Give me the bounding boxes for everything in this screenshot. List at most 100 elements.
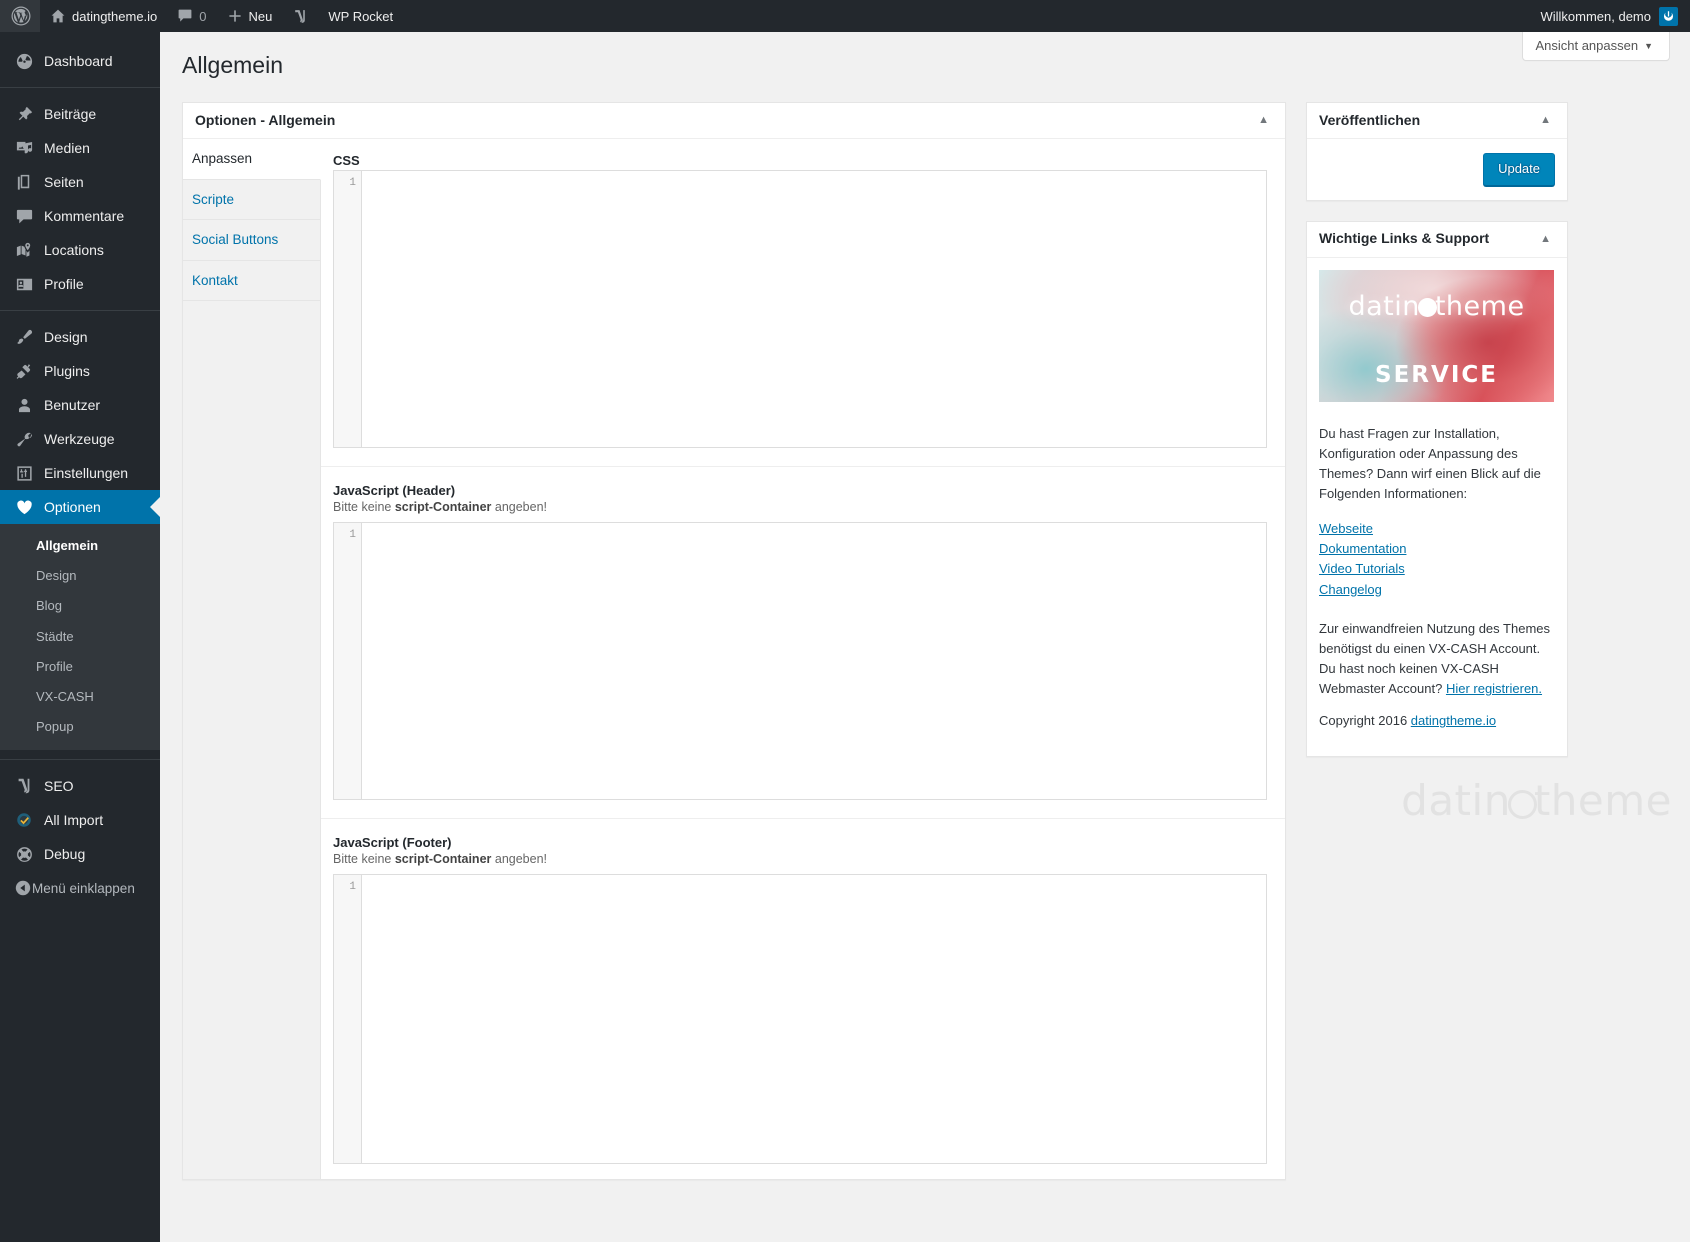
sidebar-item-dashboard[interactable]: Dashboard (0, 44, 160, 78)
copyright-text: Copyright 2016 (1319, 713, 1411, 729)
tab-kontakt[interactable]: Kontakt (183, 260, 320, 302)
sidebar-item-design[interactable]: Design (0, 320, 160, 354)
chevron-up-icon[interactable]: ▲ (1536, 111, 1555, 130)
power-icon[interactable] (1659, 6, 1678, 26)
link-video-tutorials[interactable]: Video Tutorials (1319, 560, 1555, 578)
sidebar-item-seiten[interactable]: Seiten (0, 165, 160, 199)
my-account-menu[interactable]: Willkommen, demo (1530, 0, 1690, 32)
post-body-content: Optionen - Allgemein ▲ Anpassen Scripte … (182, 102, 1286, 1200)
main-content-area: Ansicht anpassen ▼ Allgemein Optionen - A… (160, 32, 1690, 1242)
comments-menu[interactable]: 0 (167, 0, 216, 32)
tab-social-buttons[interactable]: Social Buttons (183, 220, 320, 261)
css-editor-textarea[interactable] (362, 171, 1266, 447)
debug-icon (14, 844, 34, 864)
wp-rocket-menu[interactable]: WP Rocket (318, 0, 403, 32)
js-footer-code-editor[interactable]: 1 (333, 874, 1267, 1164)
sidebar-item-optionen[interactable]: Optionen (0, 490, 160, 524)
sidebar-item-label: All Import (44, 812, 104, 829)
support-postbox-header[interactable]: Wichtige Links & Support ▲ (1307, 222, 1567, 258)
sidebar-item-profile[interactable]: Profile (0, 267, 160, 301)
chevron-up-icon[interactable]: ▲ (1254, 111, 1273, 130)
link-webseite[interactable]: Webseite (1319, 520, 1555, 538)
desc-bold: script-Container (394, 852, 492, 866)
css-editor-gutter: 1 (334, 171, 362, 447)
sidebar-item-plugins[interactable]: Plugins (0, 354, 160, 388)
greeting-label: Willkommen, demo (1540, 8, 1651, 24)
sidebar-item-seo[interactable]: SEO (0, 769, 160, 803)
link-changelog[interactable]: Changelog (1319, 581, 1555, 599)
yoast-seo-icon (292, 8, 308, 25)
logo-ellipse-icon (1417, 297, 1437, 317)
support-content: datin theme SERVICE Du hast Fragen zur In… (1307, 269, 1567, 756)
sidebar-item-einstellungen[interactable]: Einstellungen (0, 456, 160, 490)
sidebar-item-all-import[interactable]: All Import (0, 803, 160, 837)
sidebar-item-werkzeuge[interactable]: Werkzeuge (0, 422, 160, 456)
publish-postbox-header[interactable]: Veröffentlichen ▲ (1307, 103, 1567, 139)
options-tab-list: Anpassen Scripte Social Buttons Kontakt (183, 139, 321, 1179)
sidebar-item-debug[interactable]: Debug (0, 837, 160, 871)
link-hier-registrieren[interactable]: Hier registrieren. (1446, 681, 1542, 696)
screen-options-button[interactable]: Ansicht anpassen ▼ (1522, 32, 1670, 61)
post-stuff: Optionen - Allgemein ▲ Anpassen Scripte … (182, 102, 1671, 1200)
link-datingtheme-io[interactable]: datingtheme.io (1411, 713, 1496, 728)
banner-logo-text: datin theme (1319, 291, 1554, 322)
wordpress-logo-menu[interactable] (0, 0, 40, 32)
submenu-item-vx-cash[interactable]: VX-CASH (0, 682, 160, 712)
submenu-item-popup[interactable]: Popup (0, 712, 160, 742)
banner-service-text: SERVICE (1375, 361, 1498, 388)
sidebar-item-beitraege[interactable]: Beiträge (0, 97, 160, 131)
page-title: Allgemein (182, 52, 283, 78)
submenu-item-profile[interactable]: Profile (0, 652, 160, 682)
tab-anpassen[interactable]: Anpassen (183, 139, 321, 180)
publish-actions: Update (1307, 139, 1567, 200)
field-group-js-footer: JavaScript (Footer) Bitte keine script-C… (321, 818, 1285, 1164)
css-code-editor[interactable]: 1 (333, 170, 1267, 448)
css-field-label: CSS (333, 153, 360, 168)
admin-bar-spacer (403, 0, 1530, 32)
collapse-menu-button[interactable]: Menü einklappen (0, 871, 160, 905)
yoast-seo-menu[interactable] (282, 0, 318, 32)
menu-separator (0, 759, 160, 761)
submenu-item-allgemein[interactable]: Allgemein (0, 531, 160, 561)
sidebar-item-benutzer[interactable]: Benutzer (0, 388, 160, 422)
paintbrush-icon (14, 327, 34, 347)
submenu-item-staedte[interactable]: Städte (0, 622, 160, 652)
sidebar-item-label: Dashboard (44, 53, 113, 69)
chevron-up-icon[interactable]: ▲ (1536, 230, 1555, 249)
line-number: 1 (349, 177, 356, 189)
collapse-menu-label: Menü einklappen (32, 880, 135, 896)
line-number: 1 (349, 529, 356, 541)
publish-postbox-title: Veröffentlichen (1319, 111, 1421, 128)
new-content-menu[interactable]: Neu (217, 0, 283, 32)
submenu-item-blog[interactable]: Blog (0, 591, 160, 621)
wp-rocket-label: WP Rocket (328, 8, 394, 24)
yoast-seo-icon (14, 776, 34, 796)
js-header-code-editor[interactable]: 1 (333, 522, 1267, 800)
js-footer-editor-textarea[interactable] (362, 875, 1266, 1163)
link-dokumentation[interactable]: Dokumentation (1319, 540, 1555, 558)
sidebar-postbox-container: Veröffentlichen ▲ Update Wichtige Links … (1306, 102, 1671, 825)
tab-scripte[interactable]: Scripte (183, 179, 320, 221)
desc-pre: Bitte keine (333, 500, 395, 514)
support-copyright-paragraph: Copyright 2016 datingtheme.io (1319, 711, 1555, 731)
sidebar-item-label: Einstellungen (44, 465, 129, 481)
js-footer-field-description: Bitte keine script-Container angeben! (333, 852, 1267, 866)
wrench-icon (14, 429, 34, 449)
site-name-menu[interactable]: datingtheme.io (40, 0, 167, 32)
js-header-editor-textarea[interactable] (362, 523, 1266, 799)
submenu-item-design[interactable]: Design (0, 561, 160, 591)
publish-submit-row: Update (1317, 149, 1557, 188)
js-footer-field-label: JavaScript (Footer) (333, 835, 452, 850)
map-marker-icon (14, 240, 34, 260)
pin-icon (14, 104, 34, 124)
heart-icon (14, 497, 34, 517)
sidebar-item-label: Debug (44, 846, 86, 863)
publish-postbox: Veröffentlichen ▲ Update (1306, 102, 1568, 201)
sidebar-item-label: SEO (44, 778, 74, 795)
sidebar-item-locations[interactable]: Locations (0, 233, 160, 267)
update-button[interactable]: Update (1483, 153, 1555, 186)
options-postbox-header[interactable]: Optionen - Allgemein ▲ (183, 103, 1285, 139)
support-links-list: Webseite Dokumentation Video Tutorials C… (1307, 516, 1567, 603)
sidebar-item-medien[interactable]: Medien (0, 131, 160, 165)
sidebar-item-kommentare[interactable]: Kommentare (0, 199, 160, 233)
